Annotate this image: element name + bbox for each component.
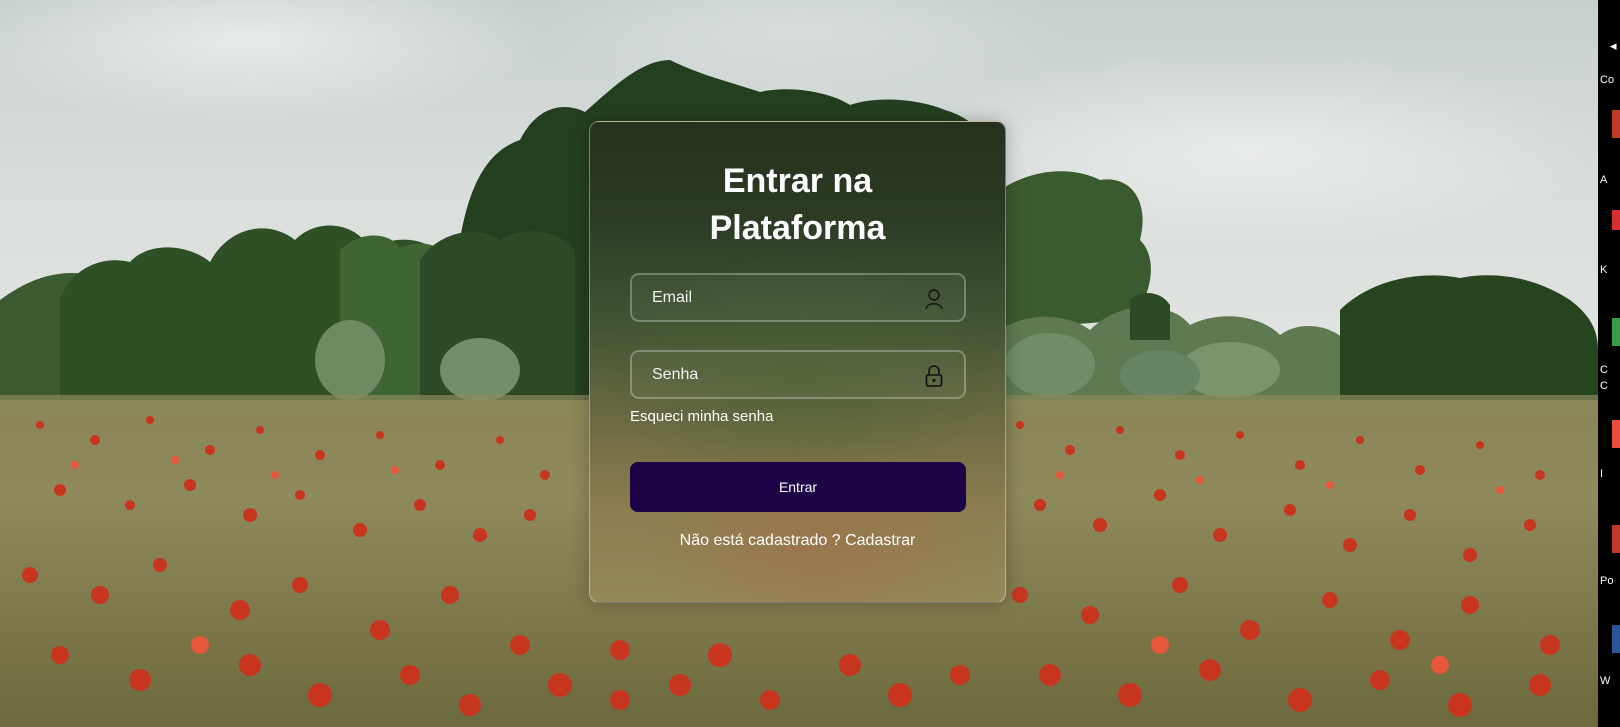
desktop-label: A <box>1600 174 1608 186</box>
desktop-label: C <box>1600 364 1608 376</box>
login-card: Entrar na Plataforma Esqueci minha senha… <box>589 121 1006 603</box>
title-line-2: Plataforma <box>709 209 886 247</box>
chrome-icon <box>1612 318 1620 346</box>
email-input[interactable] <box>632 275 964 320</box>
desktop-label: W <box>1600 675 1611 687</box>
desktop-label: C <box>1600 380 1608 392</box>
app-icon <box>1612 210 1620 230</box>
desktop-strip: ◂ Co A K C C I Po W <box>1598 0 1620 727</box>
user-icon <box>925 289 943 310</box>
password-input[interactable] <box>632 352 964 397</box>
title-line-1: Entrar na <box>722 162 873 200</box>
desktop-label: K <box>1600 264 1608 276</box>
register-link[interactable]: Não está cadastrado ? Cadastrar <box>590 532 1005 550</box>
app-icon <box>1612 110 1620 138</box>
arrow-left-icon: ◂ <box>1610 38 1617 53</box>
desktop-label: I <box>1600 468 1604 480</box>
word-icon <box>1612 625 1620 653</box>
email-field[interactable] <box>630 273 966 322</box>
login-button[interactable]: Entrar <box>630 462 966 512</box>
desktop-label: Po <box>1600 575 1614 587</box>
app-icon <box>1612 420 1620 448</box>
page-title: Entrar na Plataforma <box>590 158 1005 252</box>
desktop-label: Co <box>1600 74 1615 86</box>
powerpoint-icon <box>1612 525 1620 553</box>
password-field[interactable] <box>630 350 966 399</box>
lock-icon <box>925 365 943 387</box>
forgot-password-link[interactable]: Esqueci minha senha <box>630 408 773 425</box>
